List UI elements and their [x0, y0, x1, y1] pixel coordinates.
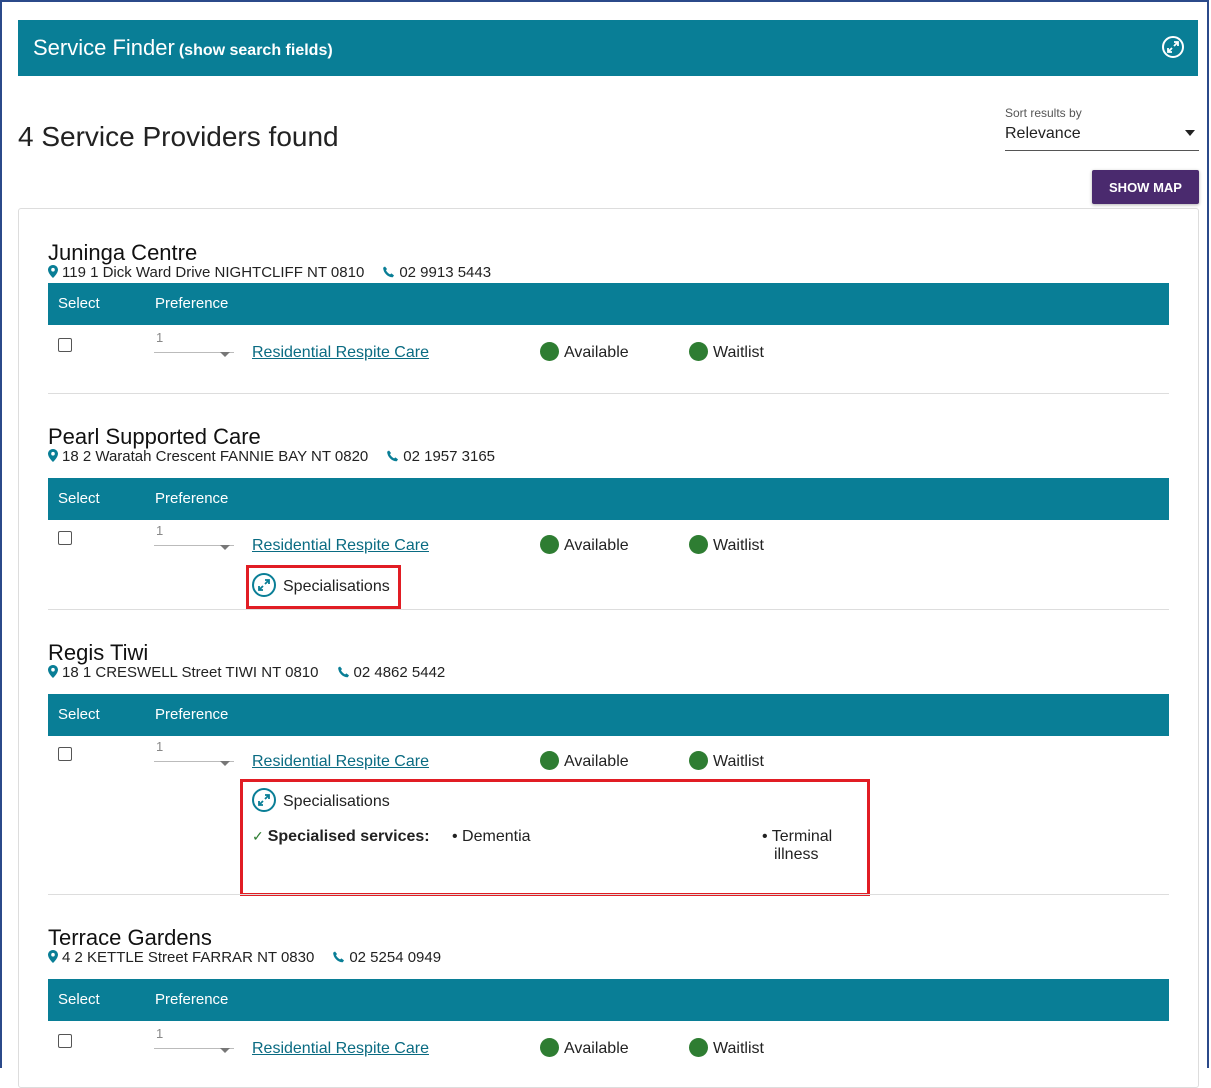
- preference-column-header: Preference: [155, 991, 229, 1008]
- select-checkbox[interactable]: [58, 338, 72, 352]
- divider: [48, 393, 1169, 394]
- show-search-fields-link[interactable]: (show search fields): [179, 42, 333, 59]
- preference-value: 1: [156, 739, 164, 754]
- waitlist-label: Waitlist: [713, 1040, 764, 1057]
- sort-label: Sort results by: [1005, 106, 1082, 120]
- availability-status: Available: [540, 535, 629, 555]
- provider-phone[interactable]: 02 9913 5443: [399, 264, 491, 281]
- preference-value: 1: [156, 1026, 164, 1041]
- select-column-header: Select: [58, 706, 100, 723]
- provider-name: Terrace Gardens: [48, 925, 212, 950]
- green-status-dot-icon: [689, 535, 708, 554]
- green-status-dot-icon: [689, 1038, 708, 1057]
- highlight-box: [240, 779, 870, 896]
- provider-address: 119 1 Dick Ward Drive NIGHTCLIFF NT 0810: [62, 264, 365, 281]
- availability-status: Available: [540, 1038, 629, 1058]
- availability-label: Available: [564, 1040, 629, 1057]
- service-row: 1 Residential Respite Care Available Wai…: [48, 1021, 1169, 1079]
- show-map-button[interactable]: SHOW MAP: [1092, 170, 1199, 204]
- service-link[interactable]: Residential Respite Care: [252, 344, 429, 362]
- provider-address: 18 1 CRESWELL Street TIWI NT 0810: [62, 664, 319, 681]
- preference-select[interactable]: 1: [154, 330, 234, 357]
- provider-contact: 119 1 Dick Ward Drive NIGHTCLIFF NT 0810…: [48, 264, 491, 281]
- provider-address: 18 2 Waratah Crescent FANNIE BAY NT 0820: [62, 448, 369, 465]
- phone-icon: [387, 450, 399, 462]
- location-pin-icon: [48, 265, 58, 278]
- select-checkbox[interactable]: [58, 747, 72, 761]
- availability-label: Available: [564, 537, 629, 554]
- provider-name: Juninga Centre: [48, 240, 198, 265]
- highlight-box: [246, 565, 401, 609]
- sort-value: Relevance: [1005, 125, 1081, 142]
- provider-phone[interactable]: 02 4862 5442: [354, 664, 446, 681]
- green-status-dot-icon: [540, 342, 559, 361]
- select-checkbox[interactable]: [58, 531, 72, 545]
- phone-icon: [337, 666, 349, 678]
- preference-value: 1: [156, 523, 164, 538]
- service-link[interactable]: Residential Respite Care: [252, 537, 429, 555]
- provider-phone[interactable]: 02 1957 3165: [403, 448, 495, 465]
- services-table-header: Select Preference: [48, 694, 1169, 736]
- preference-column-header: Preference: [155, 295, 229, 312]
- waitlist-label: Waitlist: [713, 537, 764, 554]
- location-pin-icon: [48, 950, 58, 963]
- services-table-header: Select Preference: [48, 478, 1169, 520]
- results-count-heading: 4 Service Providers found: [18, 121, 339, 152]
- service-link[interactable]: Residential Respite Care: [252, 1040, 429, 1058]
- service-link[interactable]: Residential Respite Care: [252, 753, 429, 771]
- location-pin-icon: [48, 665, 58, 678]
- services-table-header: Select Preference: [48, 979, 1169, 1021]
- waitlist-status: Waitlist: [689, 1038, 764, 1058]
- expand-icon[interactable]: [1162, 36, 1184, 58]
- green-status-dot-icon: [540, 1038, 559, 1057]
- provider-phone[interactable]: 02 5254 0949: [349, 949, 441, 966]
- chevron-down-icon: [220, 1048, 230, 1053]
- waitlist-status: Waitlist: [689, 342, 764, 362]
- provider-contact: 4 2 KETTLE Street FARRAR NT 0830 02 5254 …: [48, 949, 441, 966]
- select-column-header: Select: [58, 991, 100, 1008]
- services-table-header: Select Preference: [48, 283, 1169, 325]
- service-finder-title: Service Finder: [33, 35, 175, 60]
- preference-select[interactable]: 1: [154, 523, 234, 550]
- banner-title: Service Finder (show search fields): [33, 35, 333, 61]
- chevron-down-icon: [220, 545, 230, 550]
- preference-select[interactable]: 1: [154, 739, 234, 766]
- preference-column-header: Preference: [155, 490, 229, 507]
- divider: [48, 894, 1169, 895]
- sort-select[interactable]: Sort results by Relevance: [1005, 106, 1199, 151]
- chevron-down-icon: [220, 352, 230, 357]
- green-status-dot-icon: [540, 751, 559, 770]
- availability-status: Available: [540, 342, 629, 362]
- availability-label: Available: [564, 344, 629, 361]
- chevron-down-icon: [1185, 130, 1195, 136]
- select-column-header: Select: [58, 490, 100, 507]
- green-status-dot-icon: [689, 342, 708, 361]
- divider: [48, 609, 1169, 610]
- waitlist-label: Waitlist: [713, 344, 764, 361]
- select-column-header: Select: [58, 295, 100, 312]
- chevron-down-icon: [220, 761, 230, 766]
- select-checkbox[interactable]: [58, 1034, 72, 1048]
- waitlist-status: Waitlist: [689, 751, 764, 771]
- green-status-dot-icon: [689, 751, 708, 770]
- provider-address: 4 2 KETTLE Street FARRAR NT 0830: [62, 949, 315, 966]
- preference-value: 1: [156, 330, 164, 345]
- phone-icon: [383, 266, 395, 278]
- provider-name: Pearl Supported Care: [48, 424, 261, 449]
- preference-select[interactable]: 1: [154, 1026, 234, 1053]
- location-pin-icon: [48, 449, 58, 462]
- phone-icon: [333, 951, 345, 963]
- service-row: 1 Residential Respite Care Available Wai…: [48, 518, 1169, 576]
- green-status-dot-icon: [540, 535, 559, 554]
- provider-contact: 18 2 Waratah Crescent FANNIE BAY NT 0820…: [48, 448, 495, 465]
- waitlist-label: Waitlist: [713, 753, 764, 770]
- provider-contact: 18 1 CRESWELL Street TIWI NT 0810 02 4862…: [48, 664, 445, 681]
- preference-column-header: Preference: [155, 706, 229, 723]
- service-row: 1 Residential Respite Care Available Wai…: [48, 325, 1169, 383]
- waitlist-status: Waitlist: [689, 535, 764, 555]
- service-finder-banner: Service Finder (show search fields): [18, 20, 1198, 76]
- availability-label: Available: [564, 753, 629, 770]
- availability-status: Available: [540, 751, 629, 771]
- provider-name: Regis Tiwi: [48, 640, 149, 665]
